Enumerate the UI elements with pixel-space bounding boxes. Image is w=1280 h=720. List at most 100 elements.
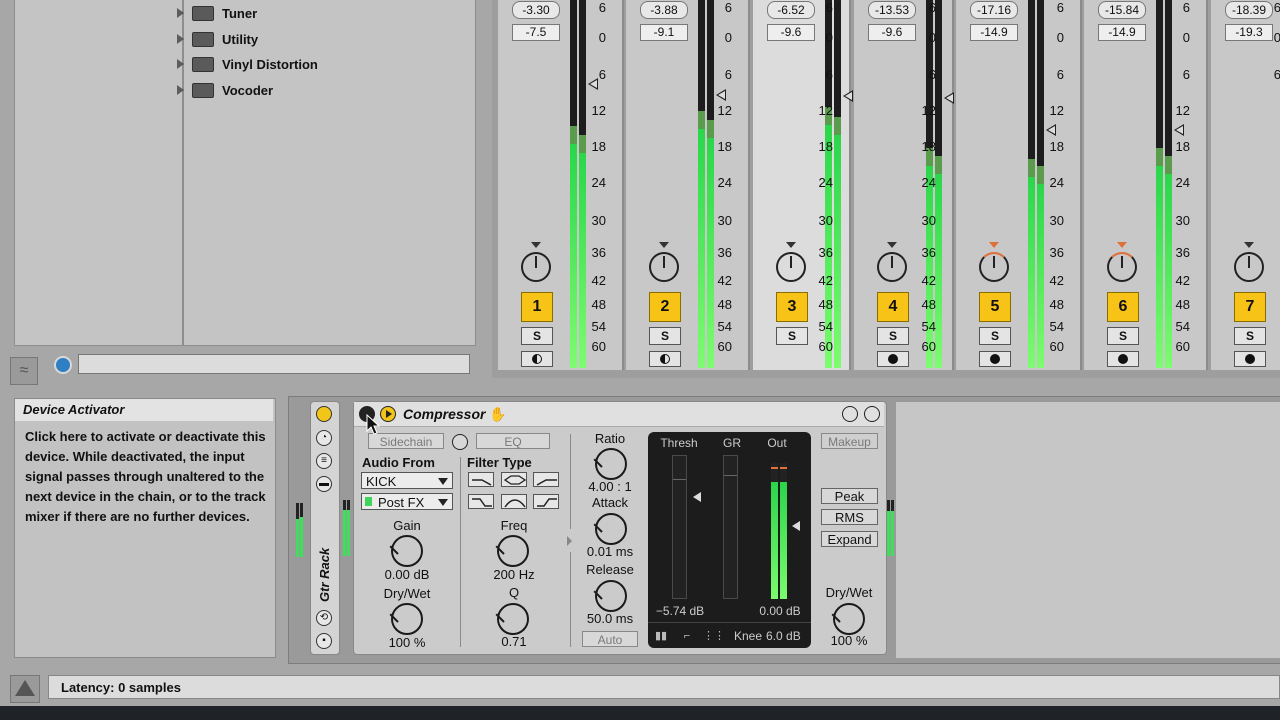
output-value[interactable]: 0.00 dB [753,604,807,618]
output-slider-handle[interactable] [792,521,800,531]
volume-fader-handle[interactable] [1046,124,1056,136]
sidechain-drywet-knob[interactable] [391,603,423,635]
browser-item-vocoder[interactable]: Vocoder [177,79,273,101]
track-pan-knob[interactable] [776,252,806,282]
track-activator-button[interactable]: 7 [1234,292,1266,322]
filter-lowshelf-icon[interactable] [468,494,494,509]
eq-button[interactable]: EQ [476,433,550,449]
rack-macro-icon[interactable]: ◔ [316,430,332,446]
ratio-knob[interactable] [595,448,627,480]
track-solo-button[interactable]: S [979,327,1011,345]
track-volume-value[interactable]: -7.5 [512,24,560,41]
collapsed-view-icon[interactable]: ▮▮ [650,627,672,645]
track-pan-knob[interactable] [1107,252,1137,282]
track-pan-knob[interactable] [521,252,551,282]
info-view-toggle-icon[interactable] [10,675,40,703]
rms-button[interactable]: RMS [821,509,878,525]
rack-activator-button[interactable] [316,406,332,422]
track-solo-button[interactable]: S [877,327,909,345]
track-volume-value[interactable]: -9.6 [767,24,815,41]
track-arm-button[interactable] [521,351,553,367]
track-volume-value[interactable]: -14.9 [1098,24,1146,41]
rack-hot-swap-icon[interactable]: ⟲ [316,610,332,626]
track-peak-value[interactable]: -3.88 [640,1,688,19]
filter-highpass-icon[interactable] [533,472,559,487]
filter-bandpass-icon[interactable] [501,472,527,487]
browser-item-vinyl-distortion[interactable]: Vinyl Distortion [177,53,318,75]
track-peak-value[interactable]: -6.52 [767,1,815,19]
rack-chain-list-icon[interactable]: ≡ [316,453,332,469]
activity-view-icon[interactable]: ⋮⋮ [703,627,725,645]
track-pan-knob[interactable] [649,252,679,282]
expand-triangle-icon[interactable] [177,59,184,69]
save-preset-icon[interactable] [864,406,880,422]
filter-highshelf-icon[interactable] [533,494,559,509]
volume-fader-handle[interactable] [944,92,954,104]
release-knob[interactable] [595,580,627,612]
browser-search-input[interactable] [78,354,470,374]
sidechain-toggle-icon[interactable] [380,406,396,422]
track-peak-value[interactable]: -15.84 [1098,1,1146,19]
browser-divider[interactable] [182,0,184,345]
audio-position-select[interactable]: Post FX [361,493,453,510]
track-arm-button[interactable] [1234,351,1266,367]
threshold-value[interactable]: −5.74 dB [650,604,710,618]
sidechain-listen-headphones-icon[interactable] [452,434,468,450]
track-activator-button[interactable]: 2 [649,292,681,322]
track-peak-value[interactable]: -3.30 [512,1,560,19]
browser-item-utility[interactable]: Utility [177,28,258,50]
track-peak-value[interactable]: -17.16 [970,1,1018,19]
expand-triangle-icon[interactable] [177,8,184,18]
gain-knob[interactable] [391,535,423,567]
filter-lowpass-icon[interactable] [468,472,494,487]
track-activator-button[interactable]: 1 [521,292,553,322]
expand-button[interactable]: Expand [821,531,878,547]
threshold-slider-handle[interactable] [693,492,701,502]
browser-item-tuner[interactable]: Tuner [177,2,257,24]
track-activator-button[interactable]: 5 [979,292,1011,322]
volume-fader-handle[interactable] [1174,124,1184,136]
rack-devices-icon[interactable]: ▬ [316,476,332,492]
sidechain-fold-arrow-icon[interactable] [567,536,572,546]
track-activator-button[interactable]: 4 [877,292,909,322]
track-pan-knob[interactable] [1234,252,1264,282]
q-knob[interactable] [497,603,529,635]
track-solo-button[interactable]: S [776,327,808,345]
peak-button[interactable]: Peak [821,488,878,504]
track-peak-value[interactable]: -13.53 [868,1,916,19]
track-volume-value[interactable]: -14.9 [970,24,1018,41]
drywet-knob[interactable] [833,603,865,635]
track-volume-value[interactable]: -9.1 [640,24,688,41]
track-solo-button[interactable]: S [1107,327,1139,345]
volume-fader-handle[interactable] [716,89,726,101]
hand-icon[interactable]: ✋ [489,406,506,423]
track-arm-button[interactable] [649,351,681,367]
track-arm-button[interactable] [877,351,909,367]
auto-release-button[interactable]: Auto [582,631,638,647]
rack-save-preset-icon[interactable]: ▪ [316,633,332,649]
makeup-button[interactable]: Makeup [821,433,878,449]
track-activator-button[interactable]: 3 [776,292,808,322]
attack-knob[interactable] [595,513,627,545]
hot-swap-icon[interactable] [842,406,858,422]
track-solo-button[interactable]: S [1234,327,1266,345]
knee-value[interactable]: 6.0 dB [766,629,806,643]
volume-fader-handle[interactable] [843,90,853,102]
audio-from-select[interactable]: KICK [361,472,453,489]
freq-knob[interactable] [497,535,529,567]
track-volume-value[interactable]: -9.6 [868,24,916,41]
groove-pool-wave-icon[interactable]: ≈ [10,357,38,385]
headphones-preview-icon[interactable] [54,356,72,374]
track-pan-knob[interactable] [877,252,907,282]
track-solo-button[interactable]: S [521,327,553,345]
track-arm-button[interactable] [979,351,1011,367]
track-activator-button[interactable]: 6 [1107,292,1139,322]
transfer-curve-icon[interactable]: ⌐ [676,627,698,645]
expand-triangle-icon[interactable] [177,85,184,95]
expand-triangle-icon[interactable] [177,34,184,44]
filter-bell-icon[interactable] [501,494,527,509]
track-arm-button[interactable] [1107,351,1139,367]
track-pan-knob[interactable] [979,252,1009,282]
track-solo-button[interactable]: S [649,327,681,345]
device-drop-area[interactable] [896,402,1280,658]
